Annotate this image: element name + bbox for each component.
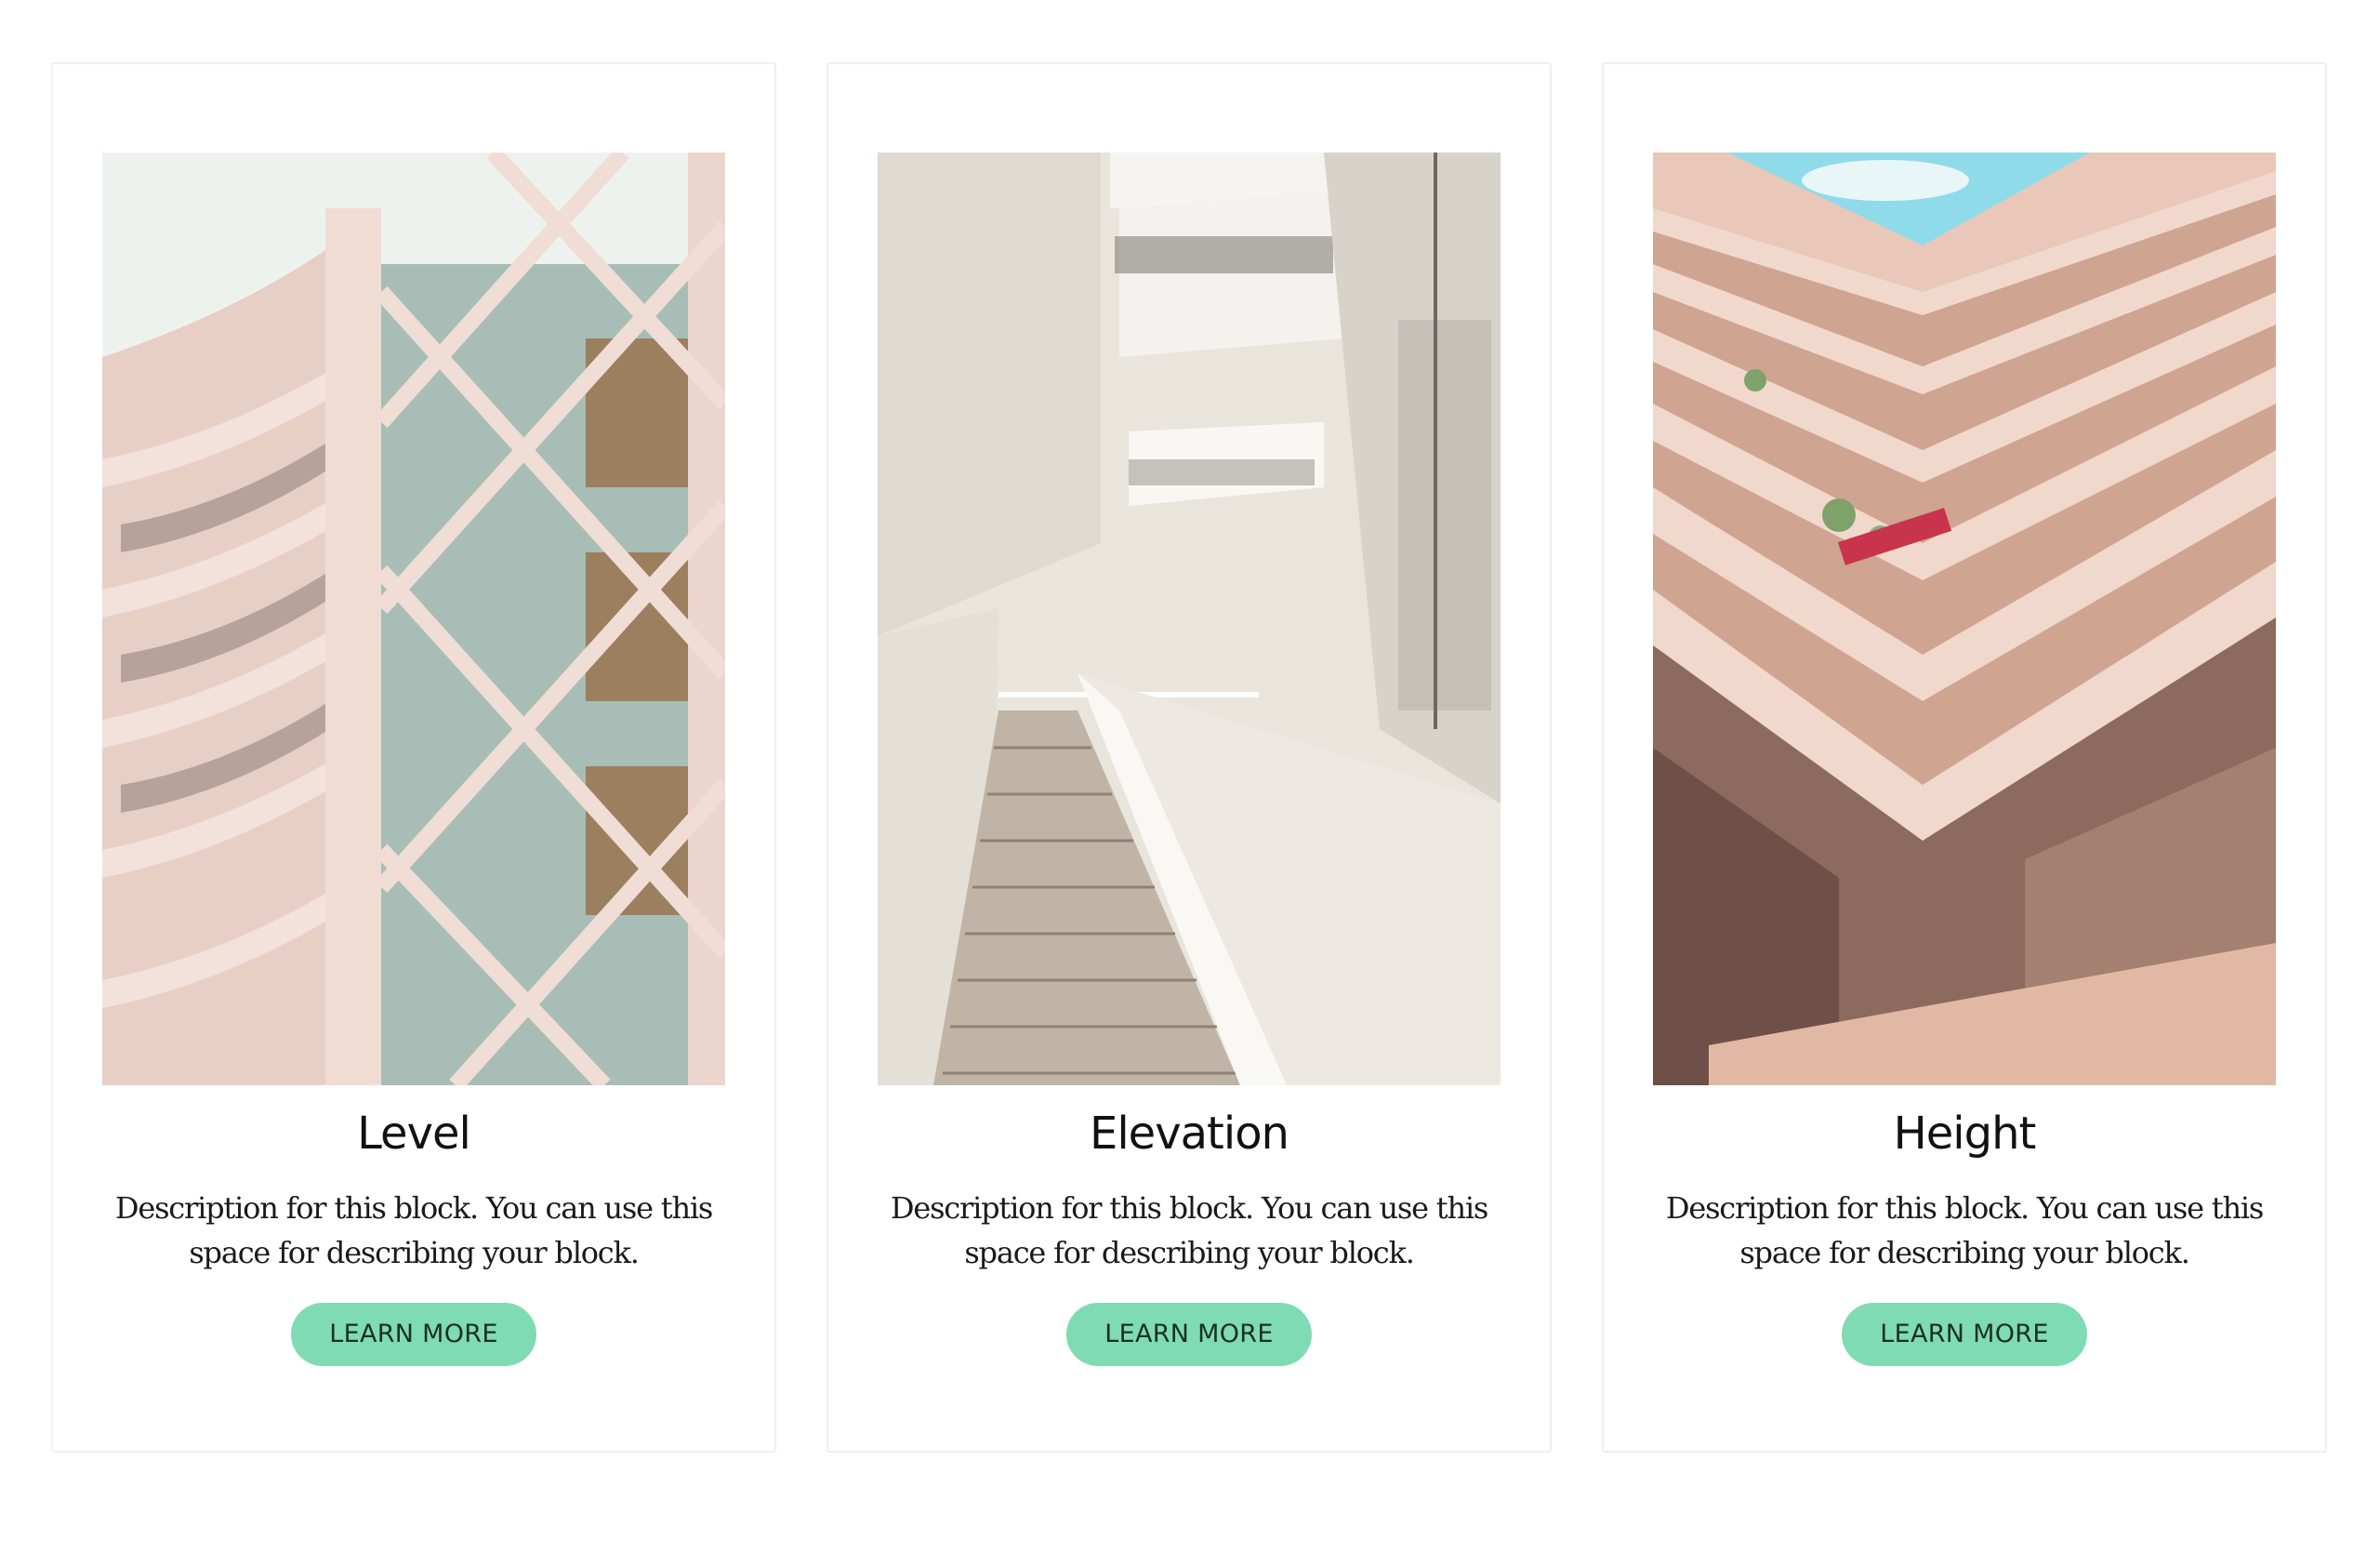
white-atrium-staircase-photo [878, 153, 1501, 1085]
card-height: Height Description for this block. You c… [1602, 62, 2327, 1453]
card-title: Elevation [1090, 1108, 1289, 1160]
card-image [878, 153, 1501, 1085]
card-image [102, 153, 725, 1085]
card-description: Description for this block. You can use … [890, 1189, 1488, 1270]
learn-more-button[interactable]: LEARN MORE [1842, 1302, 2087, 1366]
atrium-floors-skylight-photo [1653, 153, 2276, 1085]
card-title: Level [357, 1108, 471, 1160]
card-image [1653, 153, 2276, 1085]
learn-more-button[interactable]: LEARN MORE [291, 1302, 536, 1366]
card-description: Description for this block. You can use … [114, 1189, 713, 1270]
card-level: Level Description for this block. You ca… [51, 62, 776, 1453]
curved-balcony-building-photo [102, 153, 725, 1085]
card-title: Height [1893, 1108, 2037, 1160]
card-description: Description for this block. You can use … [1665, 1189, 2264, 1270]
learn-more-button[interactable]: LEARN MORE [1066, 1302, 1312, 1366]
card-grid: Level Description for this block. You ca… [51, 62, 2327, 1453]
card-elevation: Elevation Description for this block. Yo… [826, 62, 1552, 1453]
